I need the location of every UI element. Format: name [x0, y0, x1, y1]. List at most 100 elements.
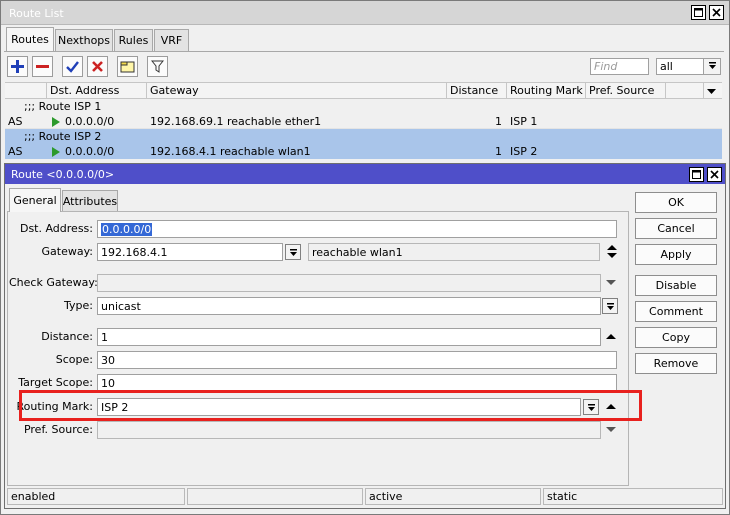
col-pref-source[interactable]: Pref. Source: [586, 83, 666, 99]
gateway-updown-button[interactable]: [606, 245, 618, 259]
scope-value: 30: [101, 353, 115, 367]
close-icon: [710, 170, 719, 179]
dropdown-arrow-icon: [289, 248, 297, 256]
tab-attributes[interactable]: Attributes: [62, 190, 118, 212]
find-placeholder: Find: [594, 60, 618, 73]
dst-address-value: 0.0.0.0/0: [101, 222, 153, 236]
remove-route-button[interactable]: Remove: [635, 353, 717, 374]
target-scope-value: 10: [101, 376, 115, 390]
row-distance: 1: [495, 115, 502, 128]
tab-divider: [4, 51, 724, 52]
row-comment: ;;; Route ISP 2: [24, 130, 102, 143]
dropdown-arrow-icon: [606, 302, 614, 310]
cancel-button[interactable]: Cancel: [635, 218, 717, 239]
disable-route-button[interactable]: Disable: [635, 275, 717, 296]
status-enabled: enabled: [7, 488, 185, 505]
col-dst-address-label: Dst. Address: [50, 84, 120, 97]
disable-label: Disable: [655, 279, 697, 292]
table-row[interactable]: AS 0.0.0.0/0 192.168.69.1 reachable ethe…: [5, 114, 722, 129]
ok-button[interactable]: OK: [635, 192, 717, 213]
col-distance[interactable]: Distance: [447, 83, 507, 99]
dialog-maximize-button[interactable]: [689, 167, 704, 182]
route-list-titlebar[interactable]: Route List: [1, 1, 729, 25]
check-gateway-dropdown-arrow[interactable]: [605, 276, 617, 290]
filter-dropdown-button[interactable]: [703, 59, 720, 74]
dst-address-label: Dst. Address:: [19, 222, 93, 235]
col-routing-mark-label: Routing Mark: [510, 84, 583, 97]
scope-label: Scope:: [55, 353, 93, 366]
col-pref-source-label: Pref. Source: [589, 84, 655, 97]
column-menu-button[interactable]: [706, 86, 717, 99]
tab-general-label: General: [13, 194, 57, 207]
apply-button[interactable]: Apply: [635, 244, 717, 265]
pref-source-label: Pref. Source:: [23, 423, 93, 436]
disable-button[interactable]: [87, 56, 108, 77]
comment-route-button[interactable]: Comment: [635, 301, 717, 322]
comment-label: Comment: [649, 305, 703, 318]
scope-input[interactable]: 30: [97, 351, 617, 369]
row-gateway: 192.168.69.1 reachable ether1: [150, 115, 322, 128]
col-dst-address[interactable]: Dst. Address: [47, 83, 147, 99]
dropdown-arrow-icon: [708, 62, 716, 69]
active-route-icon: [52, 147, 60, 160]
gateway-status-field: reachable wlan1: [308, 243, 600, 261]
distance-value: 1: [101, 330, 108, 344]
distance-input[interactable]: 1: [97, 328, 601, 346]
dst-address-input[interactable]: 0.0.0.0/0: [97, 220, 617, 238]
tab-general[interactable]: General: [9, 188, 61, 212]
plus-icon: [11, 60, 24, 73]
type-label: Type:: [64, 299, 93, 312]
cancel-label: Cancel: [657, 222, 695, 235]
filter-button[interactable]: [147, 56, 168, 77]
gateway-input[interactable]: 192.168.4.1: [97, 243, 283, 261]
status-static: static: [543, 488, 723, 505]
type-select[interactable]: unicast: [97, 297, 601, 315]
table-row[interactable]: AS 0.0.0.0/0 192.168.4.1 reachable wlan1…: [5, 144, 722, 159]
maximize-icon: [692, 170, 701, 179]
add-button[interactable]: [7, 56, 28, 77]
filter-value: all: [660, 60, 673, 73]
pref-source-select[interactable]: [97, 421, 601, 439]
close-button[interactable]: [709, 5, 724, 20]
target-scope-label: Target Scope:: [18, 376, 93, 389]
routing-mark-highlight: [19, 390, 642, 421]
distance-collapse-button[interactable]: [605, 330, 617, 344]
tab-rules[interactable]: Rules: [114, 29, 153, 51]
col-routing-mark[interactable]: Routing Mark: [507, 83, 586, 99]
maximize-button[interactable]: [691, 5, 706, 20]
tab-routes-label: Routes: [11, 33, 49, 46]
tab-vrf[interactable]: VRF: [154, 29, 189, 51]
col-gateway-label: Gateway: [150, 84, 199, 97]
enable-button[interactable]: [62, 56, 83, 77]
col-gateway[interactable]: Gateway: [147, 83, 447, 99]
row-flags: AS: [8, 145, 23, 158]
route-list-title: Route List: [9, 7, 64, 20]
gateway-status: reachable wlan1: [312, 245, 403, 259]
row-dst: 0.0.0.0/0: [65, 115, 115, 128]
row-distance: 1: [495, 145, 502, 158]
col-flags[interactable]: [5, 83, 47, 99]
row-pref: [586, 144, 666, 159]
route-dialog-title: Route <0.0.0.0/0>: [11, 168, 115, 181]
chevron-up-icon: [606, 334, 616, 339]
tab-nexthops[interactable]: Nexthops: [55, 29, 113, 51]
copy-button[interactable]: Copy: [635, 327, 717, 348]
maximize-icon: [694, 8, 703, 17]
pref-source-dropdown-arrow[interactable]: [605, 423, 617, 437]
gateway-dropdown-button[interactable]: [285, 244, 301, 260]
row-gateway: 192.168.4.1 reachable wlan1: [150, 145, 311, 158]
col-extra: [666, 83, 704, 99]
comment-button[interactable]: [117, 56, 138, 77]
route-dialog-titlebar[interactable]: Route <0.0.0.0/0>: [5, 164, 725, 184]
remove-button[interactable]: [32, 56, 53, 77]
table-row[interactable]: ;;; Route ISP 1: [5, 99, 722, 114]
gateway-value: 192.168.4.1: [101, 245, 168, 259]
tab-routes[interactable]: Routes: [6, 27, 54, 51]
find-input[interactable]: Find: [590, 58, 649, 75]
type-dropdown-button[interactable]: [602, 298, 618, 314]
row-comment: ;;; Route ISP 1: [24, 100, 102, 113]
check-gateway-select[interactable]: [97, 274, 601, 292]
dialog-close-button[interactable]: [707, 167, 722, 182]
table-row[interactable]: ;;; Route ISP 2: [5, 129, 722, 144]
tab-nexthops-label: Nexthops: [57, 34, 111, 47]
